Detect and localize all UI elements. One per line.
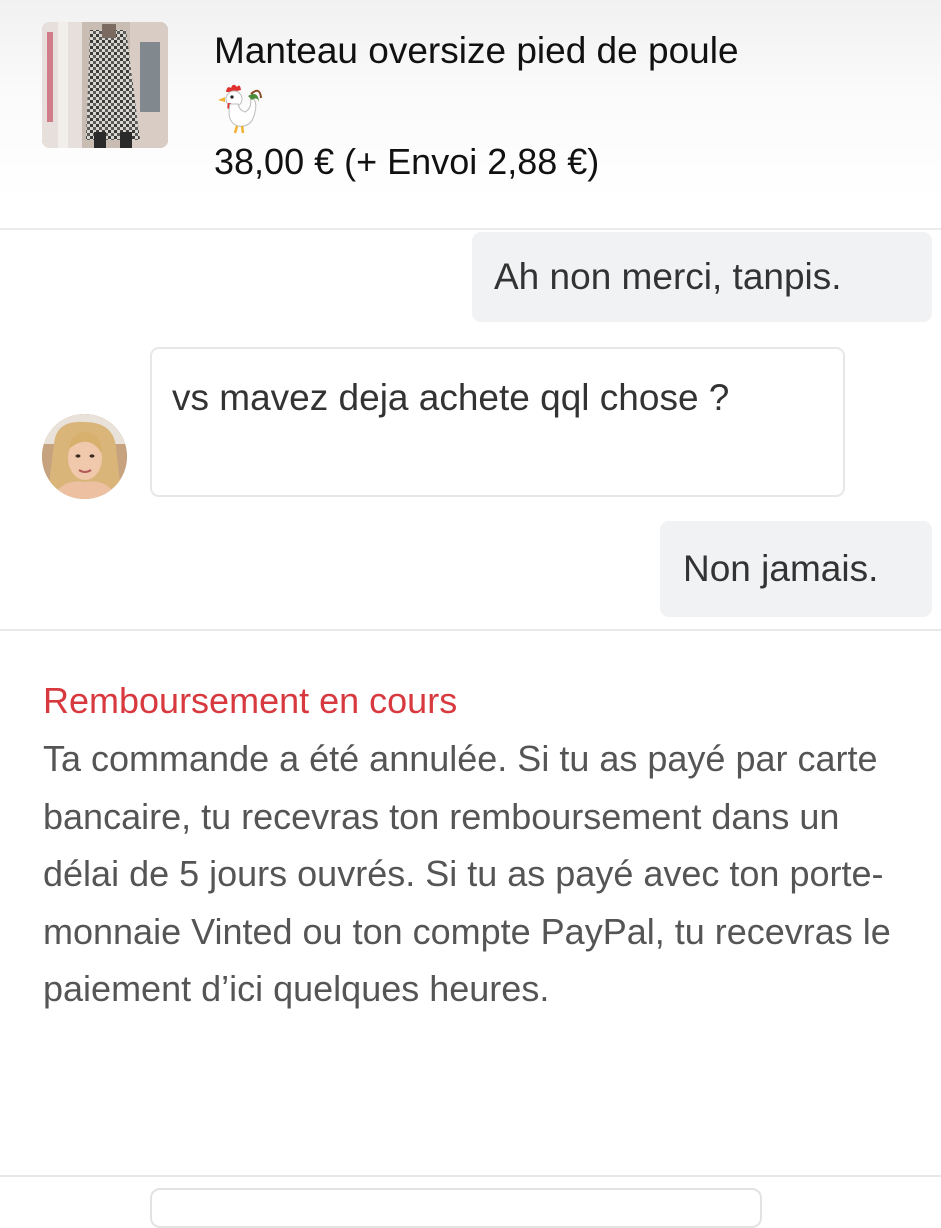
item-photo — [42, 22, 168, 148]
status-message: Ta commande a été annulée. Si tu as payé… — [43, 738, 891, 1009]
avatar[interactable] — [42, 414, 127, 499]
message-bubble-incoming: vs mavez deja achete qql chose ? — [150, 347, 845, 497]
item-title[interactable]: Manteau oversize pied de poule — [214, 26, 914, 76]
item-summary-header[interactable]: Manteau oversize pied de poule 38,00 € (… — [0, 0, 941, 230]
status-title: Remboursement en cours — [43, 680, 458, 721]
divider — [0, 1175, 941, 1177]
message-input[interactable] — [150, 1188, 762, 1228]
item-thumbnail[interactable] — [42, 22, 168, 148]
item-price-line: 38,00 € (+ Envoi 2,88 €) — [214, 138, 599, 186]
user-photo — [42, 414, 127, 499]
item-price: 38,00 € — [214, 141, 335, 182]
divider — [0, 629, 941, 631]
item-shipping: (+ Envoi 2,88 €) — [344, 141, 600, 182]
message-bubble-outgoing: Non jamais. — [660, 521, 932, 617]
message-bubble-outgoing: Ah non merci, tanpis. — [472, 232, 932, 322]
rooster-icon — [218, 84, 262, 134]
